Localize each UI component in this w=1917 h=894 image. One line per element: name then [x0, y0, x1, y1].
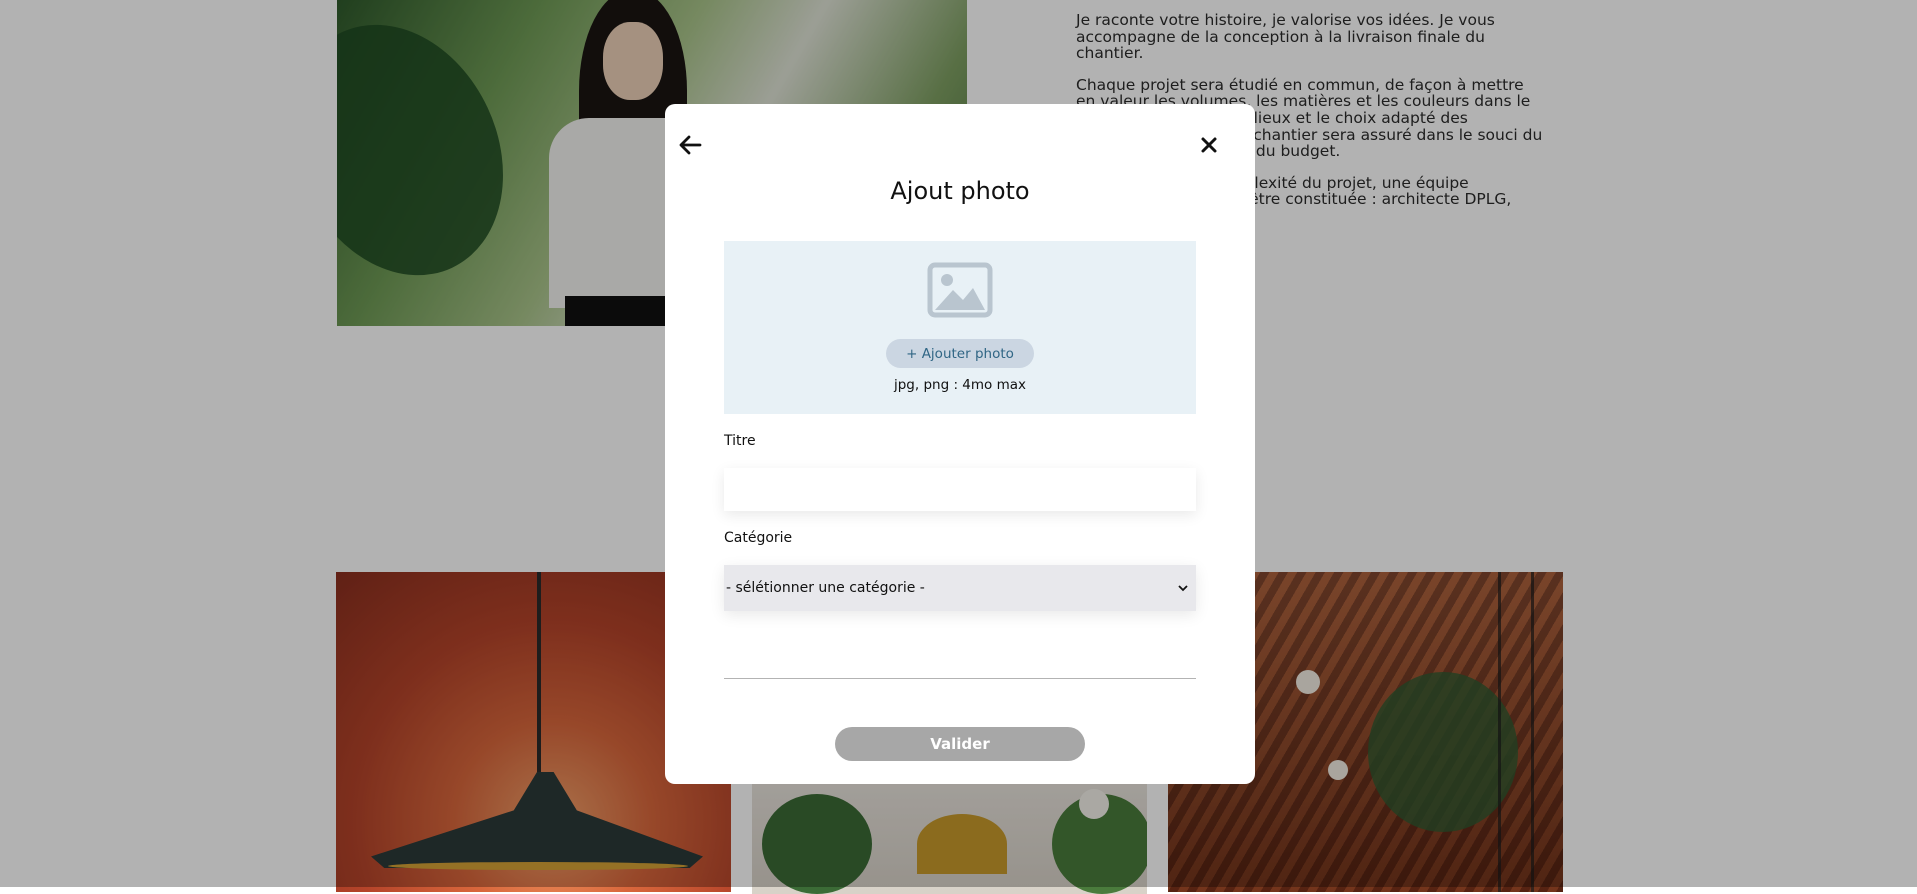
chevron-down-icon [1176, 581, 1190, 595]
title-field-label: Titre [724, 433, 756, 449]
modal-title: Ajout photo [890, 177, 1030, 205]
image-placeholder-icon [927, 262, 993, 318]
submit-button[interactable]: Valider [835, 727, 1085, 761]
upload-format-hint: jpg, png : 4mo max [893, 377, 1026, 393]
category-select-value: - sélétionner une catégorie - [726, 580, 925, 596]
back-button[interactable] [675, 130, 705, 160]
add-photo-modal: Ajout photo + Ajouter photo jpg, png : 4… [665, 104, 1255, 784]
photo-upload-zone[interactable]: + Ajouter photo jpg, png : 4mo max [724, 241, 1196, 414]
title-input[interactable] [724, 468, 1196, 511]
arrow-left-icon [679, 135, 702, 155]
close-icon [1201, 137, 1217, 153]
form-divider [724, 678, 1196, 679]
close-button[interactable] [1194, 130, 1224, 160]
add-photo-button[interactable]: + Ajouter photo [886, 339, 1034, 368]
category-select[interactable]: - sélétionner une catégorie - [724, 565, 1196, 611]
category-field-label: Catégorie [724, 530, 793, 546]
